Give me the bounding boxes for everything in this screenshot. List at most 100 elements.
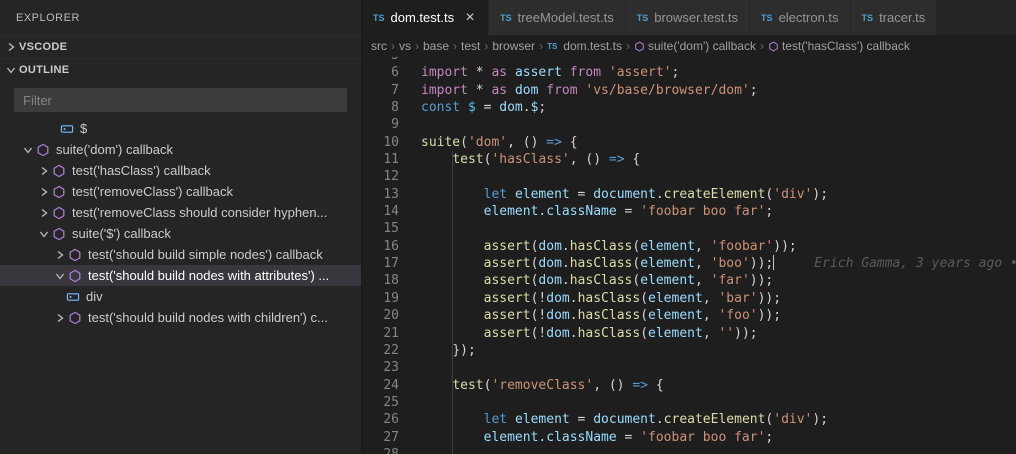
code-token: element [514, 186, 570, 202]
chevron-right-icon[interactable] [36, 187, 52, 197]
code-token: hasClass [577, 308, 641, 324]
code-token: 'removeClass' [491, 377, 594, 393]
code-token: )); [757, 290, 782, 306]
code-line-content: element.className = 'foobar boo far'; [399, 203, 774, 220]
outline-item[interactable]: div [0, 286, 361, 307]
outline-item[interactable]: suite('dom') callback [0, 139, 361, 160]
chevron-down-icon[interactable] [20, 145, 36, 155]
code-line[interactable]: 20 assert(!dom.hasClass(element, 'foo'))… [362, 307, 1016, 324]
code-line[interactable]: 17 assert(dom.hasClass(element, 'boo'));… [362, 255, 1016, 272]
code-line-content: import * as assert from 'assert'; [399, 64, 679, 81]
outline-filter-input[interactable] [14, 88, 347, 112]
chevron-down-icon[interactable] [36, 229, 52, 239]
code-line[interactable]: 18 assert(dom.hasClass(element, 'far')); [362, 272, 1016, 289]
chevron-right-icon[interactable] [52, 313, 68, 323]
code-token: , () [593, 377, 633, 393]
editor-tab-tracer-ts[interactable]: TS tracer.ts [850, 0, 938, 35]
code-token: ; [538, 100, 547, 116]
code-line[interactable]: 9 [362, 116, 1016, 133]
code-line[interactable]: 12 [362, 168, 1016, 185]
outline-item[interactable]: test('should build simple nodes') callba… [0, 244, 361, 265]
line-number: 25 [383, 394, 399, 410]
code-line[interactable]: 22 }); [362, 342, 1016, 359]
code-token: * [467, 65, 492, 81]
typescript-file-icon: TS [500, 12, 512, 23]
chevron-down-icon[interactable] [52, 271, 68, 281]
chevron-right-icon[interactable] [36, 166, 52, 176]
outline-item-label: test('hasClass') callback [72, 163, 211, 178]
indent-guide [452, 151, 453, 454]
code-line[interactable]: 25 [362, 394, 1016, 411]
code-line-content [399, 359, 421, 376]
outline-item[interactable]: $ [0, 118, 361, 139]
code-token: . [561, 256, 570, 272]
code-token: element [640, 238, 695, 254]
sidebar-section-outline[interactable]: OUTLINE [0, 58, 361, 81]
code-token: ( [632, 256, 641, 272]
editor-tab-browser-test-ts[interactable]: TS browser.test.ts [625, 0, 751, 35]
outline-item[interactable]: test('removeClass') callback [0, 181, 361, 202]
code-line[interactable]: 19 assert(!dom.hasClass(element, 'bar'))… [362, 290, 1016, 307]
code-line[interactable]: 21 assert(!dom.hasClass(element, '')); [362, 325, 1016, 342]
code-token: . [655, 412, 664, 428]
code-line[interactable]: 5 [362, 57, 1016, 64]
code-line[interactable]: 7 import * as dom from 'vs/base/browser/d… [362, 82, 1016, 99]
code-line[interactable]: 26 let element = document.createElement(… [362, 411, 1016, 428]
editor-tab-dom-test-ts[interactable]: TS dom.test.ts × [362, 0, 490, 35]
code-line[interactable]: 13 let element = document.createElement(… [362, 186, 1016, 203]
outline-item[interactable]: test('removeClass should consider hyphen… [0, 202, 361, 223]
code-line[interactable]: 10 suite('dom', () => { [362, 134, 1016, 151]
code-token: 'foobar boo far' [640, 204, 766, 220]
code-line-content: test('hasClass', () => { [399, 151, 640, 168]
code-line[interactable]: 24 test('removeClass', () => { [362, 377, 1016, 394]
code-line-content: assert(dom.hasClass(element, 'boo')); Eri… [399, 255, 1016, 272]
code-line[interactable]: 28 [362, 446, 1016, 454]
code-token: => [632, 377, 648, 393]
outline-item[interactable]: test('hasClass') callback [0, 160, 361, 181]
code-line[interactable]: 6 import * as assert from 'assert'; [362, 64, 1016, 81]
outline-item[interactable]: test('should build nodes with children')… [0, 307, 361, 328]
code-token: element [648, 325, 703, 341]
code-token: , () [507, 134, 547, 150]
editor-tab-electron-ts[interactable]: TS electron.ts [750, 0, 851, 35]
typescript-file-icon: TS [500, 13, 512, 23]
outline-item[interactable]: test('should build nodes with attributes… [0, 265, 361, 286]
chevron-right-icon[interactable] [52, 250, 68, 260]
code-token: element [648, 290, 703, 306]
close-icon[interactable]: × [463, 9, 477, 26]
code-token: => [546, 134, 562, 150]
breadcrumb-item[interactable]: suite('dom') callback [634, 39, 756, 53]
outline-item[interactable]: suite('$') callback [0, 223, 361, 244]
code-token: dom [538, 238, 562, 254]
chevron-down-icon [3, 62, 19, 78]
sidebar-section-vscode[interactable]: VSCODE [0, 35, 361, 58]
code-token: , [694, 256, 711, 272]
breadcrumb-item[interactable]: test [461, 39, 480, 53]
code-line[interactable]: 8 const $ = dom.$; [362, 99, 1016, 116]
symbol-field-icon [60, 122, 74, 136]
code-line[interactable]: 16 assert(dom.hasClass(element, 'foobar'… [362, 238, 1016, 255]
chevron-right-icon[interactable] [36, 208, 52, 218]
code-token: * [467, 82, 492, 98]
editor-tab-treemodel-test-ts[interactable]: TS treeModel.test.ts [489, 0, 626, 35]
code-token: ( [632, 273, 641, 289]
breadcrumb-item[interactable]: base [423, 39, 449, 53]
code-line[interactable]: 14 element.className = 'foobar boo far'; [362, 203, 1016, 220]
code-token: assert [483, 256, 531, 272]
code-token: ( [640, 290, 649, 306]
code-token: , [694, 273, 711, 289]
code-token: 'bar' [718, 290, 758, 306]
code-editor[interactable]: 56import * as assert from 'assert';7impo… [362, 57, 1016, 454]
tab-label: tracer.ts [879, 10, 926, 25]
breadcrumb-item[interactable]: src [371, 39, 387, 53]
code-line[interactable]: 11 test('hasClass', () => { [362, 151, 1016, 168]
breadcrumb-item[interactable]: TS dom.test.ts [547, 39, 622, 53]
breadcrumb-item[interactable]: vs [399, 39, 411, 53]
code-line[interactable]: 15 [362, 220, 1016, 237]
breadcrumb-item[interactable]: test('hasClass') callback [768, 39, 910, 53]
code-line[interactable]: 23 [362, 359, 1016, 376]
breadcrumb-item[interactable]: browser [492, 39, 535, 53]
code-line[interactable]: 27 element.className = 'foobar boo far'; [362, 429, 1016, 446]
code-line-content: element.className = 'foobar boo far'; [399, 429, 774, 446]
